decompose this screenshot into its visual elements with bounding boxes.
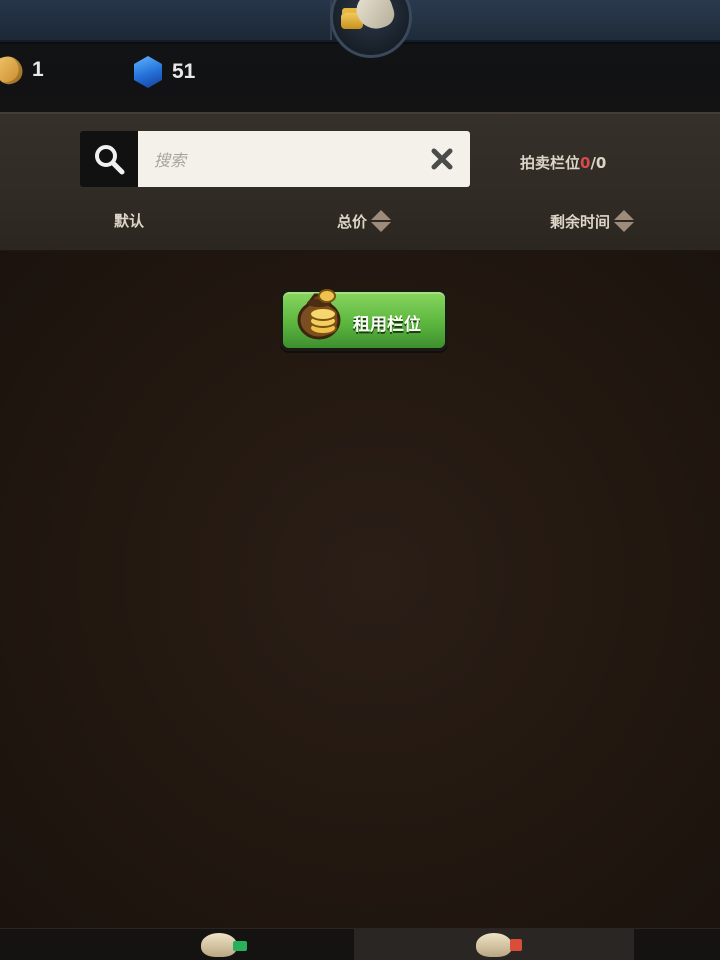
- top-left-banner: [0, 0, 332, 40]
- hand-currency: 1: [0, 52, 44, 88]
- sort-default-button[interactable]: 默认: [114, 210, 144, 231]
- rent-slot-button[interactable]: 租用栏位: [280, 289, 448, 351]
- sort-remaining-time-button[interactable]: 剩余时间: [550, 210, 635, 232]
- filter-panel: 搜索 拍卖栏位0/0 默认 总价 剩余时间: [0, 112, 720, 336]
- money-bag-icon: [297, 289, 341, 340]
- auction-slots-used: 0: [580, 154, 591, 172]
- hand-icon: [0, 52, 27, 88]
- currency-bar: 1 51: [0, 52, 720, 96]
- search-button[interactable]: [80, 131, 138, 187]
- sort-total-price-label: 总价: [337, 212, 368, 231]
- auction-slots-total: /0: [590, 154, 607, 172]
- search-input[interactable]: 搜索: [138, 131, 470, 187]
- gem-count: 51: [172, 60, 196, 83]
- bottom-nav: [0, 928, 720, 960]
- sort-default-label: 默认: [114, 212, 145, 230]
- sort-row: 默认 总价 剩余时间: [0, 206, 720, 336]
- scroll-icon: [201, 933, 247, 957]
- scroll-icon: [476, 933, 522, 957]
- auction-slot-counter: 拍卖栏位0/0: [520, 152, 606, 173]
- top-right-banner: [398, 0, 720, 40]
- search-box: 搜索: [80, 131, 470, 187]
- sort-total-price-button[interactable]: 总价: [337, 210, 392, 232]
- hand-count: 1: [32, 58, 44, 81]
- auction-list-area: [0, 251, 720, 930]
- clear-search-button[interactable]: [428, 145, 456, 173]
- auction-screen: 1 51 搜索 拍卖栏位0/0 默认 总价 剩余时间 租用栏位: [0, 0, 720, 960]
- red-badge-icon: [510, 939, 522, 951]
- sort-arrows-icon: [614, 210, 635, 232]
- sort-remaining-time-label: 剩余时间: [550, 212, 611, 231]
- sort-arrows-icon: [371, 210, 392, 232]
- gem-icon: [134, 56, 162, 88]
- gem-currency: 51: [134, 56, 195, 88]
- green-badge-icon: [233, 941, 247, 951]
- nav-tab-left[interactable]: [144, 929, 294, 960]
- search-icon: [95, 145, 125, 175]
- close-icon: [431, 148, 453, 170]
- nav-tab-right[interactable]: [354, 929, 634, 960]
- player-avatar[interactable]: [330, 0, 412, 58]
- auction-slots-label: 拍卖栏位: [520, 154, 581, 172]
- rent-slot-label: 租用栏位: [353, 315, 421, 335]
- search-placeholder: 搜索: [154, 151, 187, 170]
